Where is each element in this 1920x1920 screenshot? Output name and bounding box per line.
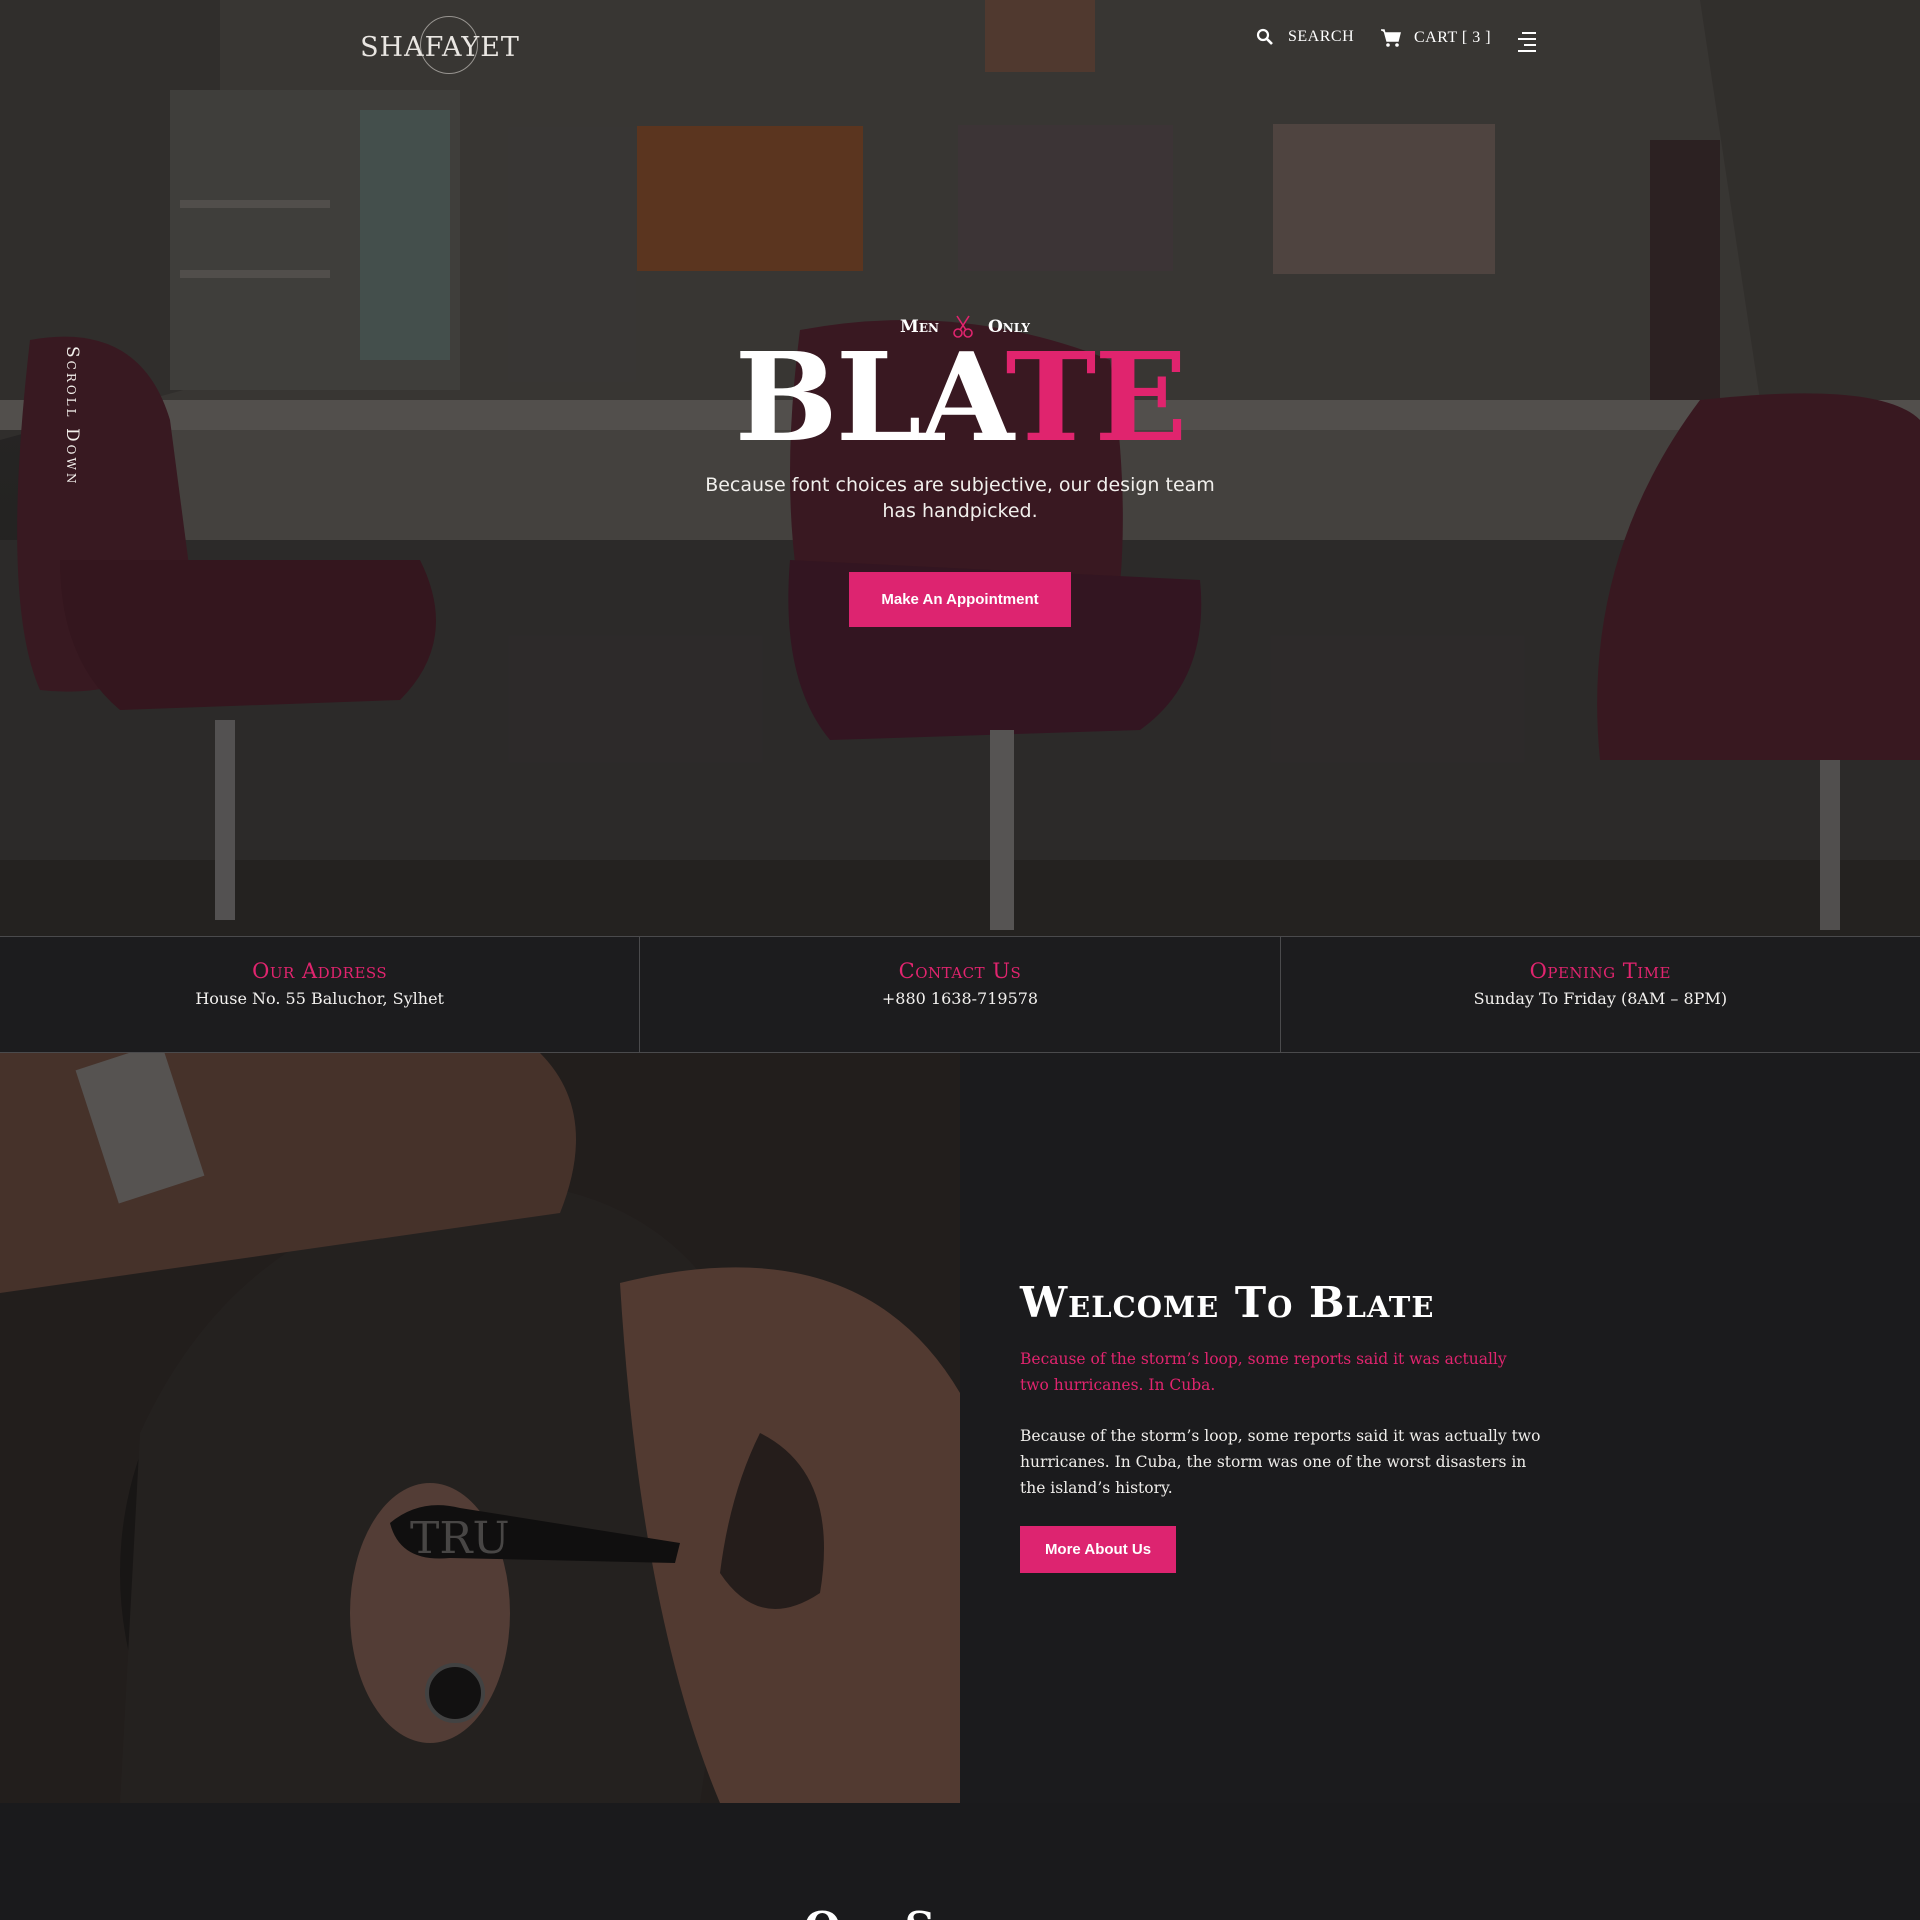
menu-lines-icon[interactable]	[1518, 32, 1536, 52]
barber-photo-image: TRU	[0, 1053, 960, 1803]
about-section: Welcome To Blate Because of the storm’s …	[960, 1053, 1920, 1803]
hero-subtitle: Because font choices are subjective, our…	[705, 474, 1215, 522]
cart-icon	[1381, 29, 1401, 47]
about-body-text: Because of the storm’s loop, some report…	[1020, 1427, 1541, 1497]
site-logo[interactable]: SHAFAYET	[360, 16, 519, 74]
logo-ring	[420, 16, 478, 74]
more-about-us-button[interactable]: More About Us	[1020, 1526, 1176, 1573]
search-label: SEARCH	[1288, 28, 1355, 45]
barber-photo: TRU	[0, 1053, 960, 1803]
info-contact: Contact Us +880 1638-719578	[639, 937, 1279, 1052]
top-navigation: SHAFAYET SEARCH CART [ 3 ]	[0, 0, 1920, 84]
hero-title: BLATE	[0, 330, 1920, 464]
next-section: Our S	[0, 1803, 1920, 1920]
info-opening-time: Opening Time Sunday To Friday (8AM – 8PM…	[1279, 937, 1920, 1052]
info-value: Sunday To Friday (8AM – 8PM)	[1473, 989, 1728, 1008]
next-section-heading: Our S	[804, 1903, 935, 1920]
search-icon	[1256, 28, 1273, 45]
cart-label: CART [ 3 ]	[1414, 29, 1492, 46]
about-heading: Welcome To Blate	[1020, 1278, 1435, 1327]
info-label: Our Address	[252, 959, 388, 983]
make-appointment-button[interactable]: Make An Appointment	[849, 572, 1071, 627]
info-value[interactable]: +880 1638-719578	[640, 989, 1279, 1008]
info-label: Contact Us	[898, 959, 1022, 983]
about-lead-text: Because of the storm’s loop, some report…	[1020, 1350, 1507, 1394]
info-address: Our Address House No. 55 Baluchor, Sylhe…	[0, 937, 639, 1052]
info-value: House No. 55 Baluchor, Sylhet	[195, 989, 444, 1008]
hero-title-main: BLA	[734, 325, 1008, 469]
hero-title-accent: TE	[1005, 325, 1188, 469]
cart-link[interactable]: CART [ 3 ]	[1380, 28, 1491, 48]
hero-section: SHAFAYET SEARCH CART [ 3 ] Scroll Down M…	[0, 0, 1920, 936]
search-link[interactable]: SEARCH	[1256, 28, 1354, 46]
info-label: Opening Time	[1529, 959, 1671, 983]
info-strip: Our Address House No. 55 Baluchor, Sylhe…	[0, 936, 1920, 1053]
